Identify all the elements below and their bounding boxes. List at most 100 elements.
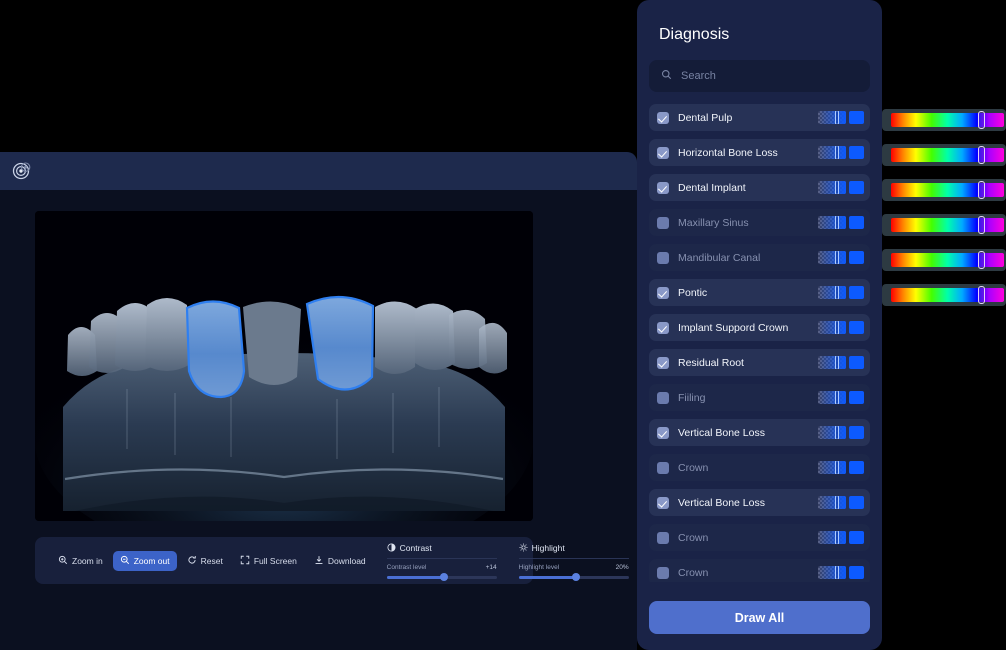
diagnosis-checkbox[interactable] <box>657 181 669 194</box>
color-swatch[interactable] <box>849 181 864 194</box>
dental-xray-image[interactable] <box>35 211 533 521</box>
hue-slider-knob[interactable] <box>978 111 985 129</box>
opacity-slider[interactable] <box>818 321 846 334</box>
opacity-slider-knob[interactable] <box>835 181 840 194</box>
diagnosis-checkbox[interactable] <box>657 426 669 439</box>
diagnosis-list[interactable]: Dental Pulp Horizontal Bone Loss Dental Im… <box>649 104 870 582</box>
hue-slider-knob[interactable] <box>978 286 985 304</box>
reset-button[interactable]: Reset <box>180 551 230 571</box>
hue-slider-row[interactable] <box>882 179 1006 201</box>
opacity-slider-knob[interactable] <box>835 391 840 404</box>
highlight-slider[interactable] <box>518 573 629 581</box>
contrast-slider-knob[interactable] <box>439 573 448 581</box>
opacity-slider[interactable] <box>818 461 846 474</box>
diagnosis-checkbox[interactable] <box>657 461 669 474</box>
color-swatch[interactable] <box>849 111 864 124</box>
opacity-slider[interactable] <box>818 111 846 124</box>
diagnosis-checkbox[interactable] <box>657 356 669 369</box>
diagnosis-checkbox[interactable] <box>657 251 669 264</box>
contrast-slider[interactable] <box>386 573 497 581</box>
color-swatch[interactable] <box>849 531 864 544</box>
diagnosis-row[interactable]: Vertical Bone Loss <box>649 419 870 446</box>
diagnosis-checkbox[interactable] <box>657 216 669 229</box>
diagnosis-row[interactable]: Dental Pulp <box>649 104 870 131</box>
diagnosis-row[interactable]: Crown <box>649 524 870 551</box>
opacity-slider[interactable] <box>818 286 846 299</box>
opacity-slider[interactable] <box>818 216 846 229</box>
draw-all-button[interactable]: Draw All <box>649 601 870 634</box>
color-swatch[interactable] <box>849 461 864 474</box>
zoom-in-button[interactable]: Zoom in <box>51 551 110 571</box>
hue-slider-track[interactable] <box>891 286 1004 304</box>
diagnosis-checkbox[interactable] <box>657 286 669 299</box>
color-swatch[interactable] <box>849 426 864 439</box>
highlight-slider-knob[interactable] <box>571 573 580 581</box>
opacity-slider[interactable] <box>818 566 846 579</box>
search-input[interactable]: Search <box>649 60 870 92</box>
hue-slider-knob[interactable] <box>978 146 985 164</box>
hue-slider-track[interactable] <box>891 111 1004 129</box>
diagnosis-checkbox[interactable] <box>657 111 669 124</box>
color-swatch[interactable] <box>849 356 864 369</box>
hue-slider-knob[interactable] <box>978 181 985 199</box>
opacity-slider[interactable] <box>818 496 846 509</box>
hue-slider-knob[interactable] <box>978 251 985 269</box>
diagnosis-checkbox[interactable] <box>657 496 669 509</box>
diagnosis-row[interactable]: Crown <box>649 454 870 481</box>
hue-slider-row[interactable] <box>882 144 1006 166</box>
opacity-slider[interactable] <box>818 356 846 369</box>
hue-slider-track[interactable] <box>891 146 1004 164</box>
diagnosis-row[interactable]: Dental Implant <box>649 174 870 201</box>
opacity-slider-knob[interactable] <box>835 111 840 124</box>
diagnosis-row[interactable]: Residual Root <box>649 349 870 376</box>
hue-slider-knob[interactable] <box>978 216 985 234</box>
diagnosis-row[interactable]: Mandibular Canal <box>649 244 870 271</box>
color-swatch[interactable] <box>849 216 864 229</box>
hue-slider-row[interactable] <box>882 284 1006 306</box>
opacity-slider[interactable] <box>818 251 846 264</box>
opacity-slider[interactable] <box>818 391 846 404</box>
diagnosis-checkbox[interactable] <box>657 321 669 334</box>
hue-slider-row[interactable] <box>882 109 1006 131</box>
diagnosis-row[interactable]: Implant Suppord Crown <box>649 314 870 341</box>
opacity-slider-knob[interactable] <box>835 321 840 334</box>
opacity-slider-knob[interactable] <box>835 496 840 509</box>
color-swatch[interactable] <box>849 146 864 159</box>
diagnosis-row[interactable]: Fiiling <box>649 384 870 411</box>
download-button[interactable]: Download <box>307 551 373 571</box>
opacity-slider-knob[interactable] <box>835 216 840 229</box>
diagnosis-row[interactable]: Pontic <box>649 279 870 306</box>
hue-slider-track[interactable] <box>891 216 1004 234</box>
opacity-slider-knob[interactable] <box>835 461 840 474</box>
color-swatch[interactable] <box>849 391 864 404</box>
diagnosis-row[interactable]: Crown <box>649 559 870 582</box>
diagnosis-row[interactable]: Horizontal Bone Loss <box>649 139 870 166</box>
diagnosis-checkbox[interactable] <box>657 531 669 544</box>
opacity-slider-knob[interactable] <box>835 426 840 439</box>
hue-slider-track[interactable] <box>891 251 1004 269</box>
opacity-slider-knob[interactable] <box>835 566 840 579</box>
opacity-slider-knob[interactable] <box>835 356 840 369</box>
color-swatch[interactable] <box>849 321 864 334</box>
opacity-slider-knob[interactable] <box>835 286 840 299</box>
opacity-slider[interactable] <box>818 181 846 194</box>
color-swatch[interactable] <box>849 566 864 579</box>
color-swatch[interactable] <box>849 496 864 509</box>
hue-slider-row[interactable] <box>882 249 1006 271</box>
opacity-slider[interactable] <box>818 531 846 544</box>
diagnosis-row[interactable]: Vertical Bone Loss <box>649 489 870 516</box>
color-swatch[interactable] <box>849 251 864 264</box>
diagnosis-row[interactable]: Maxillary Sinus <box>649 209 870 236</box>
diagnosis-checkbox[interactable] <box>657 391 669 404</box>
opacity-slider[interactable] <box>818 426 846 439</box>
diagnosis-checkbox[interactable] <box>657 566 669 579</box>
opacity-slider-knob[interactable] <box>835 146 840 159</box>
hue-slider-row[interactable] <box>882 214 1006 236</box>
full-screen-button[interactable]: Full Screen <box>233 551 304 571</box>
diagnosis-checkbox[interactable] <box>657 146 669 159</box>
hue-slider-track[interactable] <box>891 181 1004 199</box>
color-swatch[interactable] <box>849 286 864 299</box>
opacity-slider-knob[interactable] <box>835 531 840 544</box>
opacity-slider[interactable] <box>818 146 846 159</box>
opacity-slider-knob[interactable] <box>835 251 840 264</box>
